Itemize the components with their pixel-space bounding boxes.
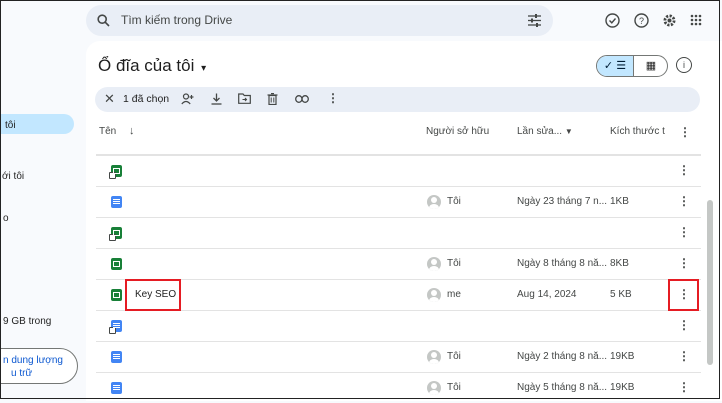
download-icon[interactable] (211, 93, 222, 105)
column-options-icon[interactable]: ⋮ (679, 125, 691, 139)
table-row[interactable]: Key SEO me Aug 14, 2024 5 KB ⋮ (96, 279, 701, 310)
table-row[interactable]: Tôi Ngày 23 tháng 7 n... 1KB ⋮ (96, 186, 701, 217)
page-title[interactable]: Ổ đĩa của tôi ▾ (98, 56, 206, 76)
docs-file-icon (111, 351, 122, 363)
file-size: 19KB (610, 382, 635, 393)
table-row[interactable]: ⋮ (96, 310, 701, 341)
share-person-icon[interactable] (181, 93, 194, 105)
owner-avatar (427, 288, 441, 302)
more-actions-icon[interactable]: ⋮ (327, 91, 339, 105)
owner-name: Tôi (447, 351, 461, 362)
row-more-icon[interactable]: ⋮ (678, 380, 690, 394)
modified-date: Aug 14, 2024 (517, 289, 577, 300)
scrollbar-thumb[interactable] (707, 200, 713, 365)
sheets-file-icon (111, 289, 122, 301)
row-more-icon[interactable]: ⋮ (678, 349, 690, 363)
selection-action-bar: ✕ 1 đã chọn ⋮ (95, 87, 700, 112)
highlight-box-file-name (125, 279, 181, 311)
sheets-shortcut-icon (109, 165, 122, 179)
file-size: 5 KB (610, 289, 632, 300)
sidebar-item-recent[interactable]: o (3, 213, 9, 224)
column-header-owner[interactable]: Người sở hữu (426, 126, 489, 137)
offline-ready-icon[interactable] (605, 13, 620, 28)
owner-avatar (427, 350, 441, 364)
table-row[interactable]: Tôi Ngày 8 tháng 8 nă... 8KB ⋮ (96, 248, 701, 279)
caret-down-icon: ▼ (564, 127, 573, 136)
file-size: 8KB (610, 258, 629, 269)
table-row[interactable]: Tôi Ngày 2 tháng 8 nă... 19KB ⋮ (96, 341, 701, 372)
owner-avatar (427, 195, 441, 209)
docs-shortcut-icon (109, 320, 122, 334)
modified-date: Ngày 5 tháng 8 nă... (517, 382, 608, 393)
tune-icon[interactable] (528, 14, 541, 27)
table-row[interactable]: Tôi Ngày 5 tháng 8 nă... 19KB ⋮ (96, 372, 701, 403)
owner-name: me (447, 289, 461, 300)
trash-icon[interactable] (267, 93, 278, 105)
highlight-box-more-button (668, 279, 699, 311)
sort-arrow-down-icon[interactable]: ↓ (129, 125, 135, 137)
row-more-icon[interactable]: ⋮ (678, 194, 690, 208)
sidebar: tôi ới tôi o 9 GB trong n dung lượng u t… (0, 0, 84, 401)
get-more-storage-button[interactable]: n dung lượng u trữ (0, 348, 78, 384)
row-more-icon[interactable]: ⋮ (678, 256, 690, 270)
owner-avatar (427, 257, 441, 271)
svg-text:?: ? (639, 16, 644, 26)
row-more-icon[interactable]: ⋮ (678, 225, 690, 239)
modified-date: Ngày 8 tháng 8 nă... (517, 258, 608, 269)
help-icon[interactable]: ? (634, 13, 649, 28)
page-title-text: Ổ đĩa của tôi (98, 56, 195, 75)
apps-icon[interactable] (690, 14, 702, 26)
column-header-modified-label: Lần sửa... (517, 126, 563, 137)
owner-name: Tôi (447, 382, 461, 393)
search-input[interactable]: Tìm kiếm trong Drive (121, 13, 232, 27)
caret-down-icon[interactable]: ▾ (201, 63, 206, 74)
sidebar-item-shared-with-me[interactable]: ới tôi (2, 171, 24, 182)
owner-name: Tôi (447, 258, 461, 269)
storage-usage-text: 9 GB trong (3, 316, 52, 327)
move-to-folder-icon[interactable] (238, 93, 251, 104)
modified-date: Ngày 2 tháng 8 nă... (517, 351, 608, 362)
list-view-button[interactable]: ✓ ☰ (597, 56, 633, 76)
sheets-shortcut-icon (109, 227, 122, 241)
search-icon[interactable] (97, 14, 110, 27)
owner-name: Tôi (447, 196, 461, 207)
search-bar[interactable]: Tìm kiếm trong Drive (86, 5, 553, 36)
sidebar-item-label: tôi (5, 120, 16, 131)
file-size: 19KB (610, 351, 635, 362)
column-header-name[interactable]: Tên (99, 126, 116, 137)
docs-file-icon (111, 196, 122, 208)
info-icon[interactable]: i (676, 57, 692, 73)
row-more-icon[interactable]: ⋮ (678, 318, 690, 332)
selected-count: 1 đã chọn (123, 93, 170, 105)
sheets-file-icon (111, 258, 122, 270)
column-header-modified[interactable]: Lần sửa... ▼ (517, 126, 573, 137)
storage-button-line-2: u trữ (11, 368, 33, 379)
file-size: 1KB (610, 196, 629, 207)
table-row[interactable]: ⋮ (96, 155, 701, 186)
storage-button-line-1: n dung lượng (3, 355, 63, 366)
link-icon[interactable] (295, 95, 309, 103)
docs-file-icon (111, 382, 122, 394)
settings-icon[interactable] (662, 13, 677, 28)
grid-view-button[interactable]: ▦ (633, 56, 667, 76)
column-header-size[interactable]: Kích thước t (610, 126, 665, 137)
main-panel: Ổ đĩa của tôi ▾ ✓ ☰ ▦ i ✕ 1 đã chọn ⋮ Tê… (86, 41, 722, 401)
owner-avatar (427, 381, 441, 395)
modified-date: Ngày 23 tháng 7 n... (517, 196, 608, 207)
view-toggle[interactable]: ✓ ☰ ▦ (596, 55, 668, 77)
row-more-icon[interactable]: ⋮ (678, 163, 690, 177)
close-icon[interactable]: ✕ (104, 91, 115, 107)
table-row[interactable]: ⋮ (96, 217, 701, 248)
